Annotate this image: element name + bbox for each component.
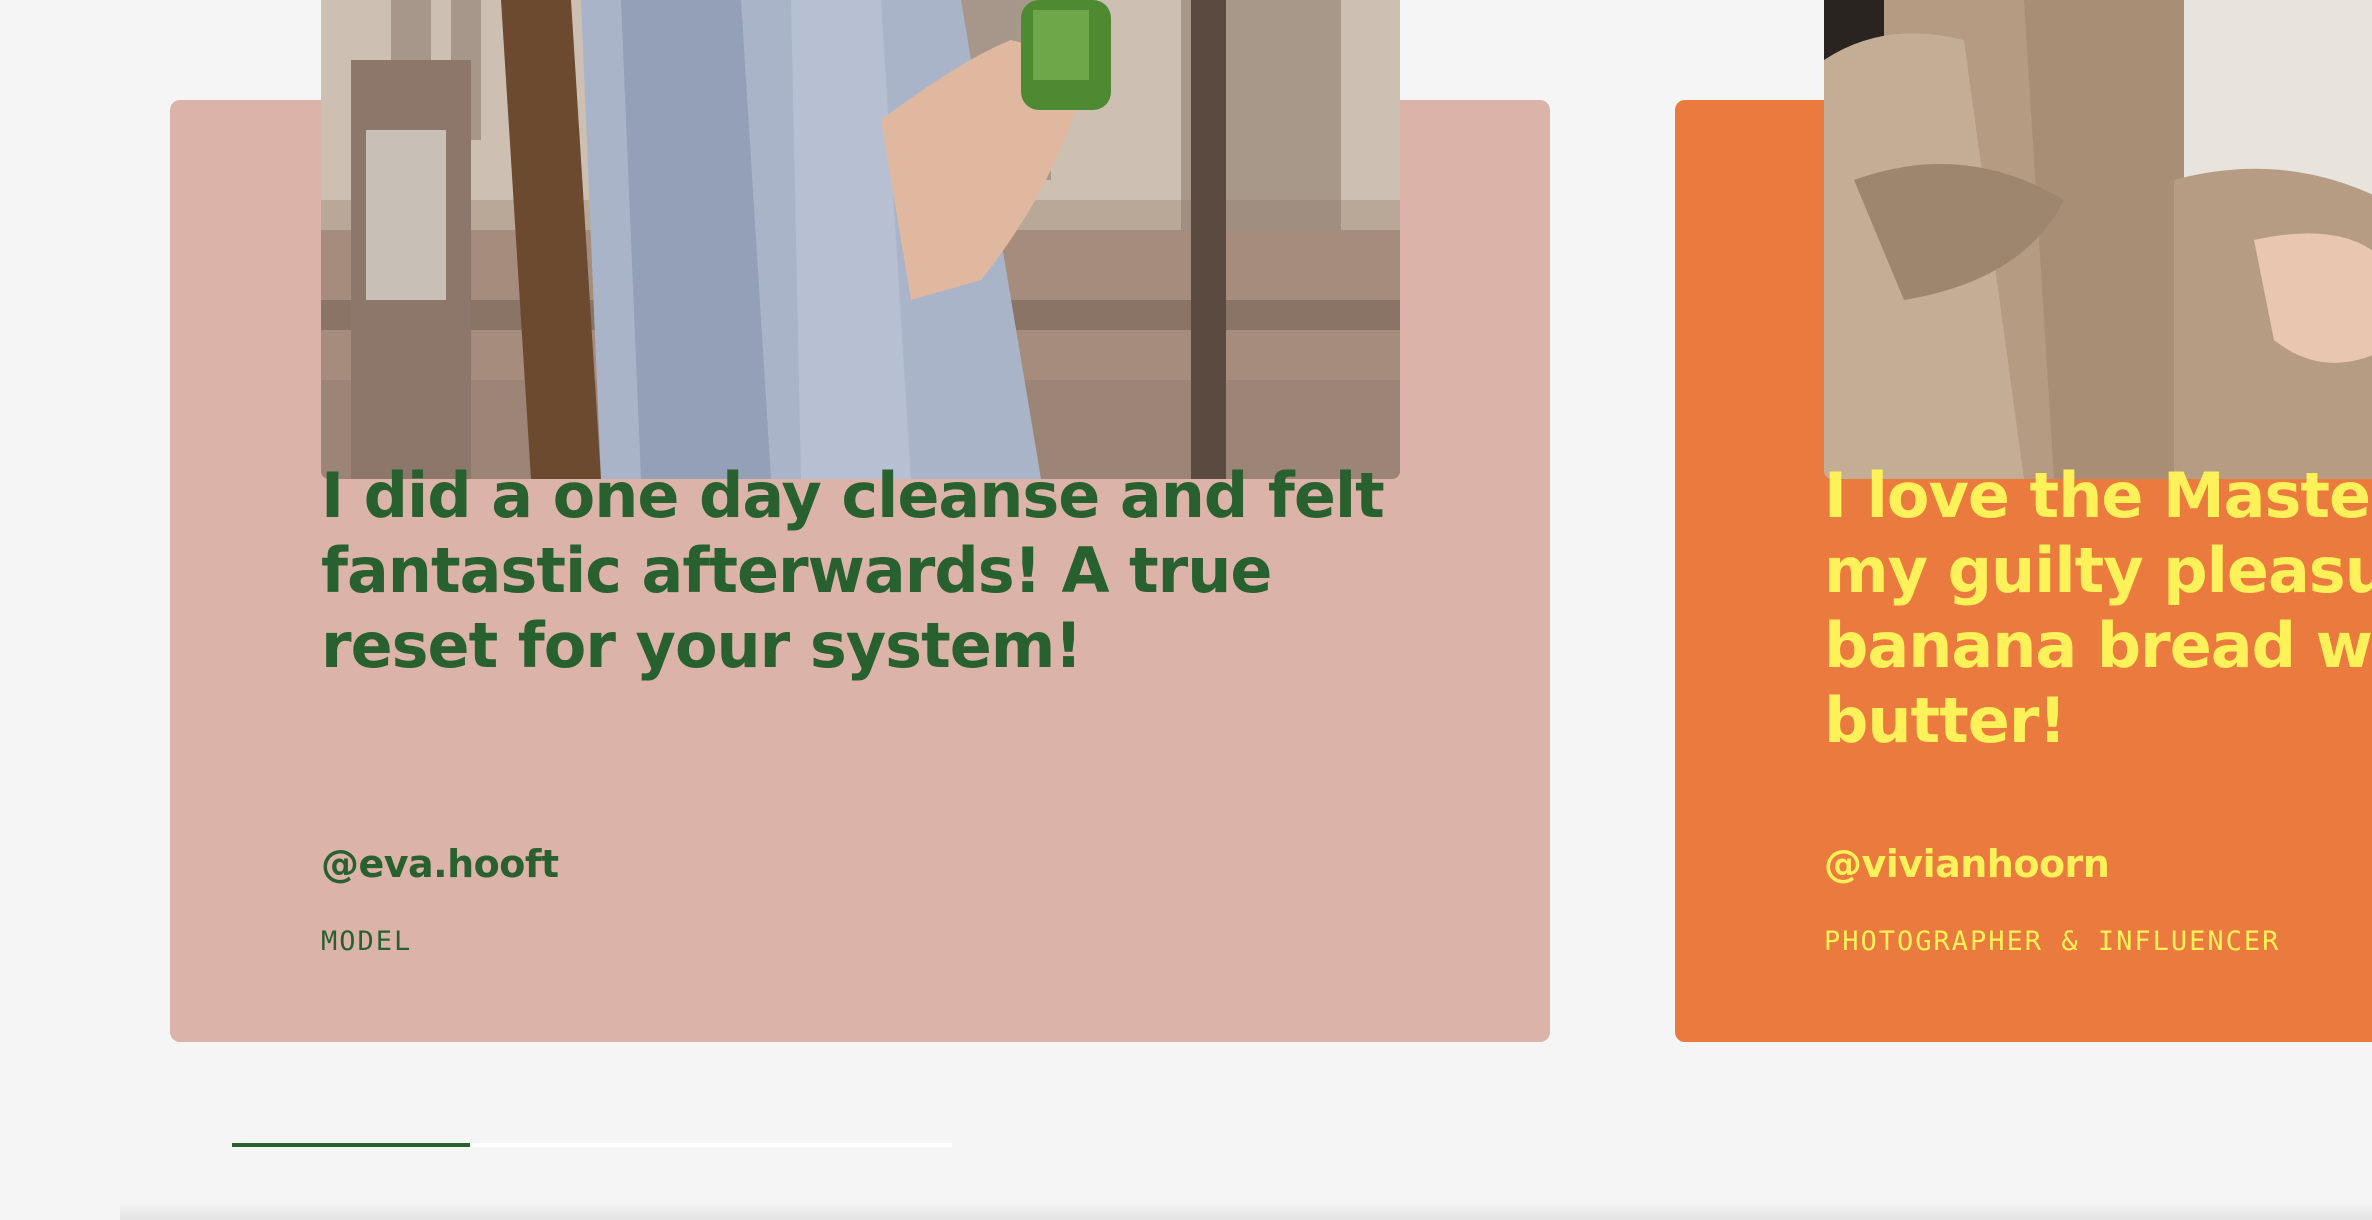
testimonial-quote: I love the Maste my guilty pleasu banana… bbox=[1824, 459, 2372, 757]
testimonial-card-vivian: I love the Maste my guilty pleasu banana… bbox=[1675, 0, 2372, 1042]
testimonial-role: MODEL bbox=[321, 926, 413, 957]
woman-in-puffer-jacket-photo bbox=[1824, 0, 2372, 479]
testimonial-quote: I did a one day cleanse and felt fantast… bbox=[321, 459, 1385, 682]
testimonial-photo bbox=[1824, 0, 2372, 479]
testimonial-handle[interactable]: @eva.hooft bbox=[321, 842, 559, 886]
testimonial-photo bbox=[321, 0, 1400, 479]
testimonial-role: PHOTOGRAPHER & INFLUENCER bbox=[1824, 926, 2281, 957]
carousel-progress-fill bbox=[232, 1143, 470, 1147]
testimonial-handle[interactable]: @vivianhoorn bbox=[1824, 842, 2110, 886]
section-divider-shadow bbox=[120, 1202, 2372, 1220]
carousel-progress-bar[interactable] bbox=[232, 1143, 952, 1147]
woman-on-bridge-photo bbox=[321, 0, 1400, 479]
testimonial-card-eva: I did a one day cleanse and felt fantast… bbox=[170, 0, 1550, 1042]
